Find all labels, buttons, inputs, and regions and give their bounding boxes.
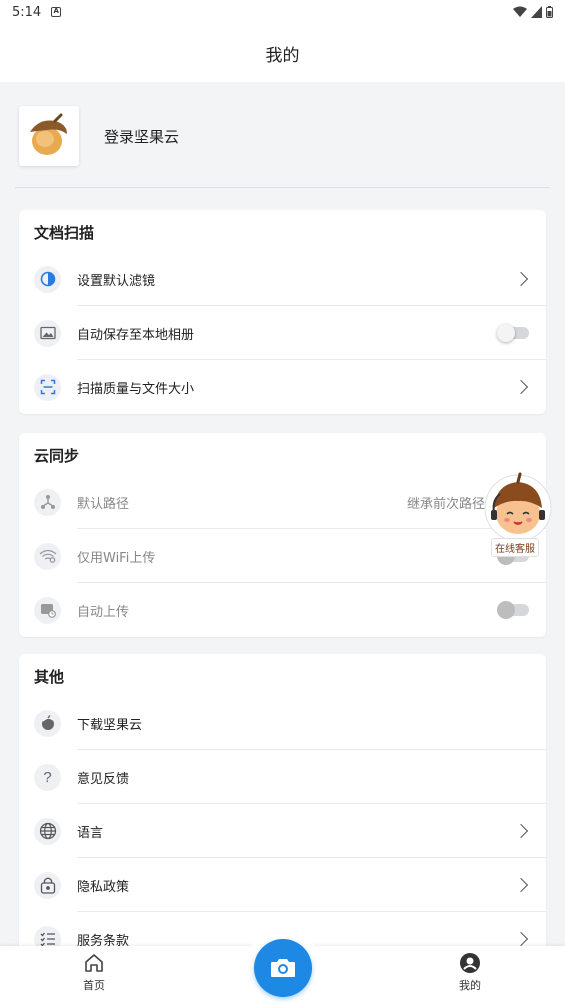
contrast-icon — [34, 265, 61, 293]
row-label: 隐私政策 — [77, 879, 130, 895]
auto-upload-toggle[interactable] — [497, 601, 529, 619]
acorn-logo-icon — [30, 113, 67, 155]
row-label: 自动上传 — [77, 604, 130, 620]
auto-upload-row: 自动上传 — [19, 583, 546, 637]
scan-frame-icon — [34, 373, 61, 401]
nav-home[interactable]: 首页 — [64, 952, 124, 993]
download-nutstore-row[interactable]: 下载坚果云 — [19, 696, 546, 750]
mascot-icon — [484, 472, 552, 542]
chevron-right-icon — [513, 271, 529, 287]
status-time: 5:14 — [12, 4, 42, 20]
cell-signal-icon — [531, 6, 542, 18]
notification-icon: A — [51, 7, 62, 17]
chevron-right-icon — [513, 931, 529, 947]
row-label: 下载坚果云 — [77, 717, 143, 733]
other-title: 其他 — [34, 668, 65, 686]
image-icon — [34, 319, 61, 347]
page-header: 我的 — [0, 24, 565, 82]
page-title: 我的 — [265, 45, 300, 66]
default-path-row[interactable]: 默认路径 继承前次路径 — [19, 475, 546, 529]
status-bar: 5:14 A — [0, 0, 565, 24]
fork-icon — [34, 488, 61, 516]
camera-button[interactable] — [254, 939, 312, 997]
language-row[interactable]: 语言 — [19, 804, 546, 858]
row-label: 自动保存至本地相册 — [77, 327, 195, 343]
privacy-policy-row[interactable]: 隐私政策 — [19, 858, 546, 912]
profile-icon — [460, 953, 480, 973]
other-card: 其他 下载坚果云 ? 意见反馈 语言 隐私政策 服务条款 — [19, 654, 546, 954]
chevron-right-icon — [513, 877, 529, 893]
auto-upload-icon — [34, 596, 61, 624]
lock-icon — [34, 871, 61, 899]
status-icons — [513, 6, 553, 18]
login-row[interactable]: 登录坚果云 — [19, 104, 550, 168]
feedback-row[interactable]: ? 意见反馈 — [19, 750, 546, 804]
chevron-right-icon — [513, 823, 529, 839]
row-label: 仅用WiFi上传 — [77, 550, 156, 566]
cloud-sync-card: 云同步 默认路径 继承前次路径 仅用WiFi上传 自动上传 — [19, 433, 546, 637]
auto-save-toggle[interactable] — [497, 324, 529, 342]
wifi-signal-icon — [513, 6, 527, 17]
wifi-only-row: 仅用WiFi上传 — [19, 529, 546, 583]
row-label: 意见反馈 — [77, 771, 130, 787]
nav-home-label: 首页 — [83, 979, 105, 992]
row-label: 语言 — [77, 825, 104, 841]
divider — [15, 187, 550, 188]
doc-scan-card: 文档扫描 设置默认滤镜 自动保存至本地相册 扫描质量与文件大小 — [19, 210, 546, 414]
avatar — [19, 106, 79, 166]
customer-service-label: 在线客服 — [491, 538, 539, 557]
battery-icon — [546, 6, 553, 18]
row-label: 扫描质量与文件大小 — [77, 381, 195, 397]
doc-scan-title: 文档扫描 — [34, 224, 95, 242]
default-filter-row[interactable]: 设置默认滤镜 — [19, 252, 546, 306]
scan-quality-row[interactable]: 扫描质量与文件大小 — [19, 360, 546, 414]
chevron-right-icon — [513, 379, 529, 395]
nav-mine-label: 我的 — [459, 979, 481, 992]
customer-service-button[interactable]: 在线客服 — [482, 470, 554, 558]
camera-icon — [271, 959, 295, 977]
cloud-sync-title: 云同步 — [34, 447, 80, 465]
wifi-icon — [34, 542, 61, 570]
nav-mine[interactable]: 我的 — [440, 952, 500, 993]
auto-save-album-row: 自动保存至本地相册 — [19, 306, 546, 360]
row-label: 默认路径 — [77, 496, 130, 512]
question-icon: ? — [34, 763, 61, 791]
globe-icon — [34, 817, 61, 845]
default-path-value: 继承前次路径 — [406, 496, 485, 512]
row-label: 设置默认滤镜 — [77, 273, 156, 289]
login-label: 登录坚果云 — [104, 127, 180, 146]
home-icon — [85, 954, 103, 972]
nut-icon — [34, 709, 61, 737]
